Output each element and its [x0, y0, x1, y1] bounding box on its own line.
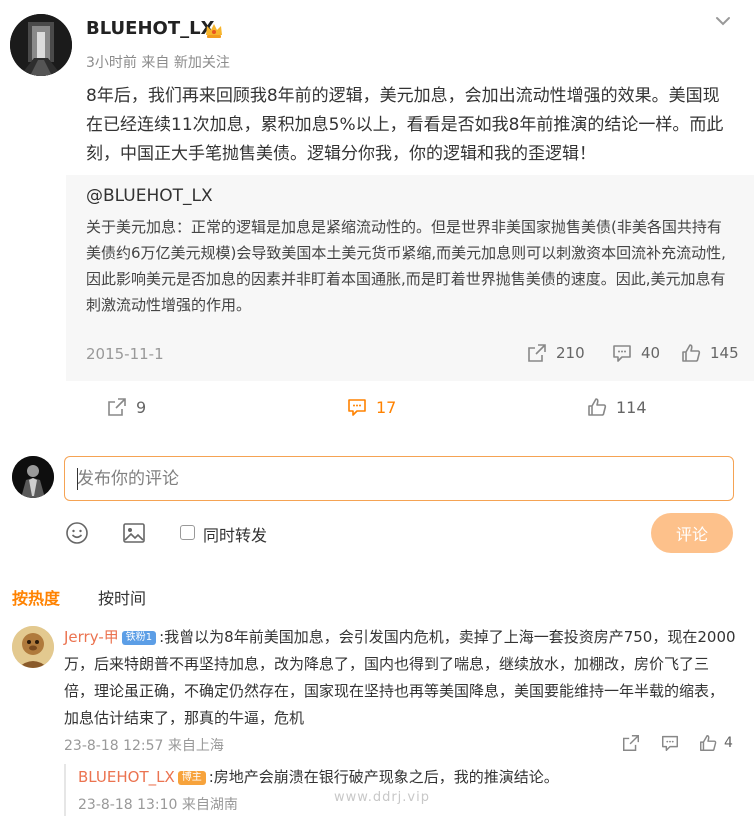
quoted-author[interactable]: @BLUEHOT_LX — [86, 186, 213, 206]
reply-meta: 23-8-18 13:10 来自湖南 — [78, 794, 238, 814]
commenter-avatar[interactable] — [12, 626, 54, 668]
post-meta: 3小时前 来自 新加关注 — [86, 52, 230, 72]
quoted-repost-count: 210 — [556, 344, 585, 362]
comment-icon — [613, 345, 631, 362]
repost-count: 9 — [136, 397, 147, 417]
author-name[interactable]: BLUEHOT_LX — [86, 18, 214, 39]
comment-text: :我曾以为8年前美国加息，会引发国内危机，卖掉了上海一套投资房产750，现在20… — [64, 628, 736, 727]
host-badge: 博主 — [177, 771, 206, 785]
repost-checkbox[interactable] — [180, 525, 195, 540]
reply-text: :房地产会崩溃在银行破产现象之后，我的推演结论。 — [208, 768, 559, 786]
comment-user[interactable]: Jerry-甲 — [64, 628, 119, 646]
comment-like-count: 4 — [724, 735, 733, 751]
author-avatar[interactable] — [10, 14, 72, 76]
fan-badge: 铁粉1 — [121, 631, 157, 645]
repost-checkbox-label[interactable]: 同时转发 — [203, 522, 267, 546]
post-time: 3小时前 — [86, 55, 137, 71]
repost-button[interactable]: 9 — [106, 396, 146, 418]
reply-location: 来自湖南 — [181, 797, 238, 813]
reply-user[interactable]: BLUEHOT_LX — [78, 768, 175, 786]
crown-icon — [204, 20, 224, 40]
like-icon — [588, 398, 607, 416]
quoted-repost-button[interactable]: 210 — [526, 342, 585, 364]
image-icon[interactable] — [121, 520, 147, 546]
comment-count: 17 — [376, 397, 397, 417]
tab-sort-hot[interactable]: 按热度 — [12, 585, 60, 609]
text-caret — [77, 468, 78, 490]
watermark: www.ddrj.vip — [334, 790, 430, 805]
reply-time: 23-8-18 13:10 — [78, 797, 178, 813]
quoted-text: 关于美元加息：正常的逻辑是加息是紧缩流动性的。但是世界非美国家抛售美债(非美各国… — [86, 218, 726, 314]
quoted-comment-count: 40 — [641, 344, 661, 362]
tab-sort-time[interactable]: 按时间 — [98, 585, 146, 609]
quoted-like-button[interactable]: 145 — [680, 342, 739, 364]
post-text: 8年后，我们再来回顾我8年前的逻辑，美元加息，会加出流动性增强的效果。美国现在已… — [86, 86, 724, 164]
quoted-date: 2015-11-1 — [86, 345, 164, 363]
quoted-like-count: 145 — [710, 344, 739, 362]
reply-item: BLUEHOT_LX 博主:房地产会崩溃在银行破产现象之后，我的推演结论。 — [78, 765, 738, 789]
submit-comment-button[interactable]: 评论 — [651, 513, 733, 553]
like-count: 114 — [616, 397, 647, 417]
comment-button[interactable]: 17 — [346, 396, 396, 418]
comment-input[interactable] — [64, 456, 734, 501]
chevron-down-icon[interactable] — [712, 10, 734, 32]
like-icon — [700, 735, 717, 751]
comment-repost-icon[interactable] — [621, 733, 641, 753]
comment-meta: 23-8-18 12:57 来自上海 — [64, 735, 224, 755]
repost-icon — [108, 398, 126, 416]
emoji-icon[interactable] — [64, 520, 90, 546]
my-avatar[interactable] — [12, 456, 54, 498]
comment-time: 23-8-18 12:57 — [64, 738, 164, 754]
comment-item: Jerry-甲 铁粉1:我曾以为8年前美国加息，会引发国内危机，卖掉了上海一套投资… — [64, 624, 736, 732]
reply-divider — [64, 764, 66, 816]
post-source: 来自 新加关注 — [141, 55, 230, 71]
quoted-comment-button[interactable]: 40 — [611, 342, 660, 364]
repost-icon — [528, 344, 546, 362]
comment-like-button[interactable]: 4 — [698, 733, 733, 753]
like-icon — [682, 344, 701, 362]
comment-reply-icon[interactable] — [660, 733, 680, 753]
like-button[interactable]: 114 — [586, 396, 647, 418]
comment-location: 来自上海 — [167, 738, 224, 754]
comment-icon — [348, 399, 366, 416]
